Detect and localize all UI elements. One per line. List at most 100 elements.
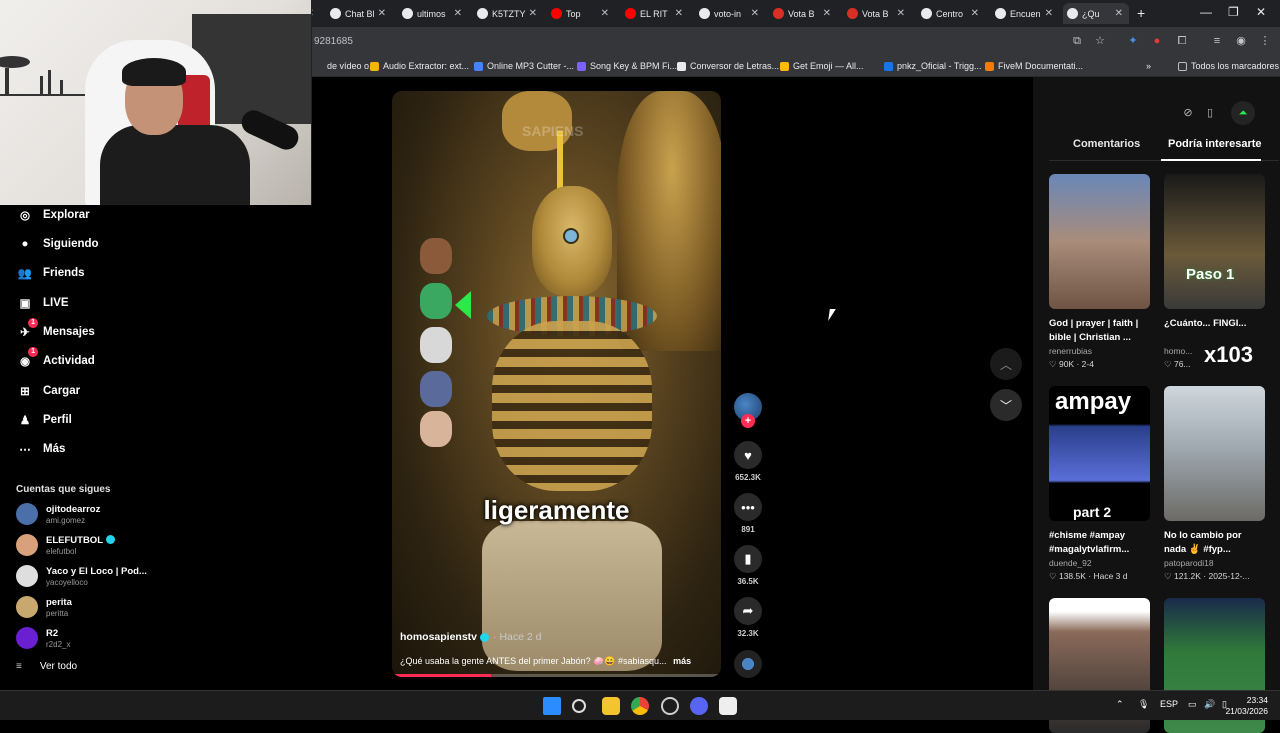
following-account[interactable]: R2 r2d2_x <box>16 625 70 651</box>
following-account[interactable]: ELEFUTBOL elefutbol <box>16 532 115 558</box>
video-thumbnail[interactable]: ampay part 2 <box>1049 386 1150 521</box>
minimize-icon[interactable]: — <box>1200 5 1212 19</box>
bookmark-item[interactable]: Audio Extractor: ext... <box>370 61 469 71</box>
video-player[interactable]: SAPIENS ligeramente homosapienstv · Hace… <box>392 91 721 677</box>
tab-close-icon[interactable]: ✕ <box>454 8 462 19</box>
share-action[interactable]: ➦ 32.3K <box>732 597 764 638</box>
browser-tab[interactable]: voto-in ✕ <box>695 3 765 24</box>
sidebar-item-mensajes[interactable]: ✈ 1 Mensajes <box>16 318 95 342</box>
all-bookmarks-button[interactable]: Todos los marcadores <box>1178 61 1279 71</box>
bookmark-item[interactable]: Conversor de Letras... <box>677 61 779 71</box>
save-action[interactable]: ▮ 36.5K <box>732 545 764 586</box>
bookmark-item[interactable]: FiveM Documentati... <box>985 61 1083 71</box>
recording-icon[interactable]: ● <box>1150 34 1164 48</box>
compass-small-icon[interactable]: ⊘ <box>1178 103 1198 123</box>
extension-icon[interactable]: ✦ <box>1126 34 1140 48</box>
upload-cloud-icon[interactable]: ⏶ <box>1231 101 1255 125</box>
tab-search-icon[interactable]: ≡ <box>1210 34 1224 48</box>
bookmark-item[interactable]: Online MP3 Cutter -... <box>474 61 574 71</box>
browser-tab[interactable]: K5TZTY ✕ <box>473 3 543 24</box>
bookmark-item[interactable]: pnkz_Oficial - Trigg... <box>884 61 982 71</box>
comment-action[interactable]: ••• 891 <box>732 493 764 534</box>
chrome-icon[interactable] <box>631 697 649 715</box>
bookmarks-overflow-icon[interactable]: » <box>1146 61 1151 71</box>
network-icon[interactable]: ▭ <box>1188 699 1197 710</box>
tab-suggested[interactable]: Podría interesarte <box>1168 138 1262 150</box>
search-icon[interactable] <box>572 699 586 713</box>
browser-tab[interactable]: Vota B ✕ <box>769 3 837 24</box>
card-author[interactable]: duende_92 <box>1049 558 1150 568</box>
tab-close-icon[interactable]: ✕ <box>378 8 386 19</box>
music-disc-icon[interactable] <box>734 650 762 678</box>
sidebar-item-cargar[interactable]: ⊞ Cargar <box>16 381 80 401</box>
extensions-puzzle-icon[interactable]: ⧠ <box>1175 34 1189 48</box>
browser-tab[interactable]: Vota B ✕ <box>843 3 911 24</box>
bookmark-icon[interactable]: ▮ <box>734 545 762 573</box>
editor-icon[interactable] <box>719 697 737 715</box>
browser-tab[interactable]: Top ✕ <box>547 3 615 24</box>
new-tab-button[interactable]: + <box>1137 5 1145 21</box>
windows-start-icon[interactable] <box>543 697 561 715</box>
video-thumbnail[interactable] <box>1049 174 1150 309</box>
sidebar-item-ms[interactable]: ⋯ Más <box>16 439 65 459</box>
following-account[interactable]: ojitodearroz ami.gomez <box>16 501 100 527</box>
author-name[interactable]: homosapienstv <box>400 631 477 643</box>
previous-video-button[interactable]: ︿ <box>990 348 1022 380</box>
tab-comments[interactable]: Comentarios <box>1073 138 1140 150</box>
follow-plus-button[interactable]: + <box>741 414 755 428</box>
sidebar-item-explorar[interactable]: ◎ Explorar <box>16 205 90 225</box>
tab-close-icon[interactable]: ✕ <box>751 8 759 19</box>
tab-close-icon[interactable]: ✕ <box>601 8 609 19</box>
close-window-icon[interactable]: ✕ <box>1256 5 1266 19</box>
tab-close-icon[interactable]: ✕ <box>897 8 905 19</box>
tab-close-icon[interactable]: ✕ <box>675 8 683 19</box>
tray-chevron-icon[interactable]: ⌃ <box>1116 699 1124 710</box>
video-thumbnail[interactable]: Paso 1 <box>1164 174 1265 309</box>
following-account[interactable]: perita peritta <box>16 594 72 620</box>
suggested-video-card[interactable]: x103 Paso 1 ¿Cuánto... FINGI... homo... ♡ 76… <box>1164 174 1265 370</box>
browser-tab[interactable]: Chat Bl ✕ <box>326 3 392 24</box>
language-indicator[interactable]: ESP <box>1160 699 1178 709</box>
sidebar-item-perfil[interactable]: ♟ Perfil <box>16 410 72 430</box>
tab-close-icon[interactable]: ✕ <box>529 8 537 19</box>
suggested-video-card[interactable]: No lo cambio por nada ✌ #fyp... patoparod… <box>1164 386 1265 582</box>
browser-tab[interactable]: Encuen ✕ <box>991 3 1059 24</box>
suggested-video-card[interactable]: ampay part 2 #chisme #ampay #magalytvlafir… <box>1049 386 1150 582</box>
bookmark-item[interactable]: de vídeo o... <box>314 61 377 71</box>
sidebar-item-siguiendo[interactable]: ● Siguiendo <box>16 234 99 254</box>
sidebar-item-actividad[interactable]: ◉ 1 Actividad <box>16 347 95 371</box>
suggested-video-card[interactable]: God | prayer | faith | bible | Christian… <box>1049 174 1150 370</box>
volume-icon[interactable]: 🔊 <box>1204 699 1215 710</box>
sidebar-item-live[interactable]: ▣ LIVE <box>16 293 69 313</box>
video-progress-bar[interactable] <box>392 674 721 677</box>
file-explorer-icon[interactable] <box>602 697 620 715</box>
browser-tab[interactable]: ¿Qu ✕ <box>1063 3 1129 24</box>
heart-icon[interactable]: ♥ <box>734 441 762 469</box>
bookmark-item[interactable]: Song Key & BPM Fi... <box>577 61 677 71</box>
card-author[interactable]: patoparodi18 <box>1164 558 1265 568</box>
microphone-tray-icon[interactable]: 🎙 <box>1138 699 1149 710</box>
maximize-icon[interactable]: ❐ <box>1228 5 1239 19</box>
url-field[interactable]: 9281685 <box>314 36 353 47</box>
tab-close-icon[interactable]: ✕ <box>1045 8 1053 19</box>
obs-icon[interactable] <box>661 697 679 715</box>
mobile-icon[interactable]: ▯ <box>1200 103 1220 123</box>
next-video-button[interactable]: ﹀ <box>990 389 1022 421</box>
more-button[interactable]: más <box>673 656 691 666</box>
browser-tab[interactable]: Centro ✕ <box>917 3 985 24</box>
profile-avatar-icon[interactable]: ◉ <box>1234 34 1248 48</box>
video-thumbnail[interactable] <box>1164 386 1265 521</box>
see-all-link[interactable]: ≡ Ver todo <box>16 661 77 672</box>
like-action[interactable]: ♥ 652.3K <box>732 441 764 482</box>
following-account[interactable]: Yaco y El Loco | Pod... yacoyelloco <box>16 563 147 589</box>
comment-icon[interactable]: ••• <box>734 493 762 521</box>
tab-close-icon[interactable]: ✕ <box>823 8 831 19</box>
bookmark-star-icon[interactable]: ☆ <box>1093 34 1107 48</box>
browser-menu-icon[interactable]: ⋮ <box>1258 34 1272 48</box>
browser-tab[interactable]: EL RIT ✕ <box>621 3 689 24</box>
card-author[interactable]: renerrubias <box>1049 346 1150 356</box>
bookmark-item[interactable]: Get Emoji — All... <box>780 61 864 71</box>
share-icon[interactable]: ➦ <box>734 597 762 625</box>
tab-close-icon[interactable]: ✕ <box>1115 8 1123 19</box>
discord-icon[interactable] <box>690 697 708 715</box>
